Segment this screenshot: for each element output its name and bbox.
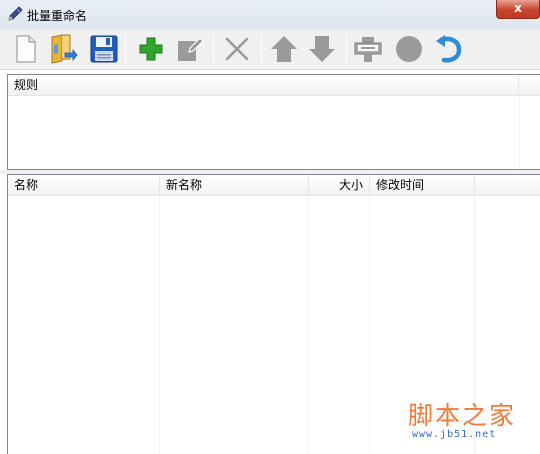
rename-machine-icon [352,34,384,64]
rules-header: 规则 [8,75,540,96]
watermark-title: 脚本之家 [408,401,517,430]
rename-button[interactable] [351,32,385,66]
edit-icon [174,34,204,64]
undo-button[interactable] [431,32,465,66]
pen-icon [6,5,24,23]
edit-rule-button[interactable] [172,32,206,66]
move-up-button[interactable] [267,32,301,66]
watermark: 脚本之家 www.jb51.net [408,396,532,446]
column-header-rule[interactable]: 规则 [8,75,519,96]
floppy-disk-icon [89,34,119,64]
column-header-modified-time[interactable]: 修改时间 [370,175,475,196]
new-file-button[interactable] [9,32,43,66]
column-header-name[interactable]: 名称 [8,175,160,196]
toolbar-separator [346,35,347,63]
toolbar-separator [261,35,262,63]
add-rule-button[interactable] [134,32,168,66]
files-header: 名称 新名称 大小 修改时间 [8,175,540,196]
x-icon [223,35,251,63]
save-button[interactable] [87,32,121,66]
toolbar-separator [213,35,214,63]
arrow-down-icon [307,34,337,64]
toolbar-separator [125,35,126,63]
window-title: 批量重命名 [27,9,88,23]
column-header-new-name[interactable]: 新名称 [160,175,309,196]
batch-rename-window: 批量重命名 x 规则 名称 新名称 大小 修改时间 脚本之家 www.jb51.… [0,0,540,454]
close-icon: x [514,1,522,15]
open-folder-icon [48,33,78,65]
column-divider [159,196,160,454]
column-divider [519,96,520,169]
plus-icon [137,35,165,63]
column-divider [369,196,370,454]
circle-icon [394,34,424,64]
move-down-button[interactable] [305,32,339,66]
close-button[interactable]: x [496,0,540,19]
undo-arrow-icon [433,34,463,64]
watermark-url: www.jb51.net [412,429,497,440]
open-folder-button[interactable] [46,32,80,66]
column-header-size[interactable]: 大小 [309,175,370,196]
stop-button[interactable] [392,32,426,66]
arrow-up-icon [269,34,299,64]
column-divider [308,196,309,454]
new-document-icon [13,34,39,64]
toolbar [0,29,540,70]
title-bar[interactable]: 批量重命名 x [0,0,540,29]
delete-rule-button[interactable] [220,32,254,66]
rules-list[interactable]: 规则 [7,74,540,170]
